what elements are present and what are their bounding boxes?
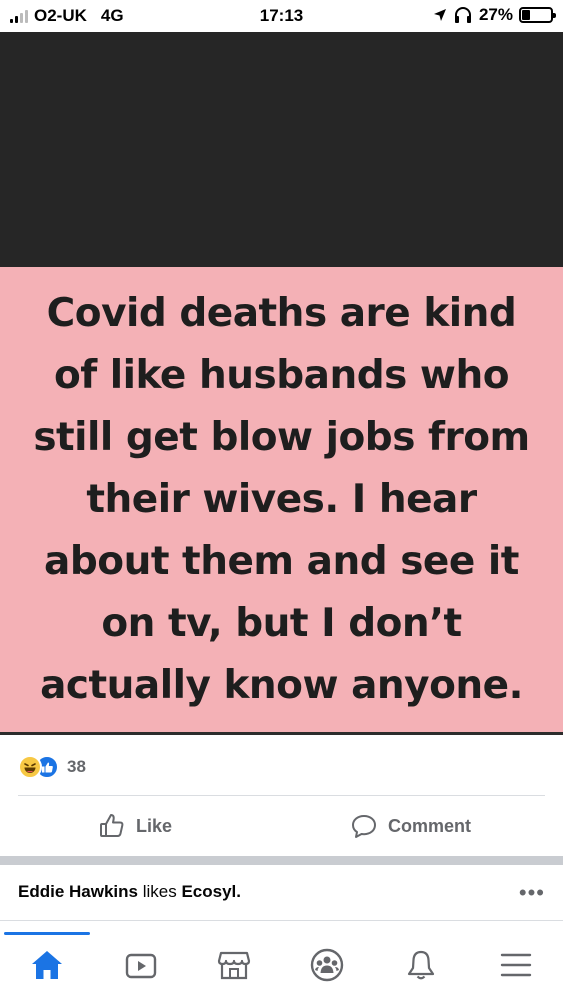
- active-tab-indicator: [4, 932, 90, 935]
- marketplace-icon: [217, 951, 251, 980]
- meme-line: of like husbands who: [53, 352, 510, 398]
- story-activity: Eddie Hawkins likes Ecosyl.: [18, 882, 241, 902]
- reactions-divider: [18, 795, 545, 796]
- story-page[interactable]: Ecosyl.: [181, 882, 241, 901]
- reactions-summary[interactable]: 38: [18, 754, 86, 780]
- next-story-header: Eddie Hawkins likes Ecosyl. •••: [0, 866, 563, 922]
- like-button[interactable]: Like: [98, 812, 172, 840]
- meme-line: their wives. I hear: [86, 476, 477, 522]
- headphones-icon: [454, 7, 471, 23]
- post-image[interactable]: Covid deaths are kind of like husbands w…: [0, 267, 563, 732]
- status-bar: O2-UK 4G 17:13 27%: [0, 0, 563, 32]
- meme-line: on tv, but I don’t: [101, 600, 462, 646]
- tab-menu[interactable]: [496, 945, 536, 985]
- post-actions: Like Comment: [0, 800, 563, 852]
- tab-notifications[interactable]: [401, 945, 441, 985]
- tab-watch[interactable]: [121, 945, 161, 985]
- bottom-tab-bar: [0, 921, 563, 1000]
- post-image-bottom-edge: [0, 732, 563, 735]
- post-image-top-band: [0, 32, 563, 267]
- meme-text: Covid deaths are kind of like husbands w…: [33, 283, 530, 717]
- battery-icon: [519, 7, 556, 23]
- battery-percent: 27%: [478, 5, 513, 24]
- comment-bubble-icon: [352, 815, 376, 838]
- meme-line: Covid deaths are kind: [46, 290, 517, 336]
- comment-label: Comment: [388, 815, 472, 836]
- story-actor[interactable]: Eddie Hawkins: [18, 882, 138, 901]
- notifications-icon: [407, 950, 435, 980]
- menu-icon: [500, 953, 532, 977]
- comment-button[interactable]: Comment: [350, 812, 471, 840]
- tab-home[interactable]: [27, 945, 67, 985]
- groups-icon: [310, 948, 344, 982]
- tab-marketplace[interactable]: [214, 945, 254, 985]
- thumbs-up-icon: [100, 814, 124, 837]
- more-options-icon[interactable]: •••: [519, 880, 545, 906]
- status-right: 27%: [433, 5, 556, 25]
- tab-groups[interactable]: [307, 945, 347, 985]
- like-label: Like: [136, 815, 173, 836]
- story-verb: likes: [142, 882, 177, 901]
- meme-line: still get blow jobs from: [33, 414, 530, 460]
- reaction-count: 38: [67, 757, 86, 776]
- feed-separator: [0, 856, 563, 865]
- meme-line: about them and see it: [44, 538, 519, 584]
- watch-icon: [125, 953, 157, 979]
- haha-reaction-icon: [18, 755, 42, 779]
- location-arrow-icon: [433, 9, 446, 21]
- meme-line: actually know anyone.: [40, 662, 523, 708]
- home-icon: [32, 951, 62, 979]
